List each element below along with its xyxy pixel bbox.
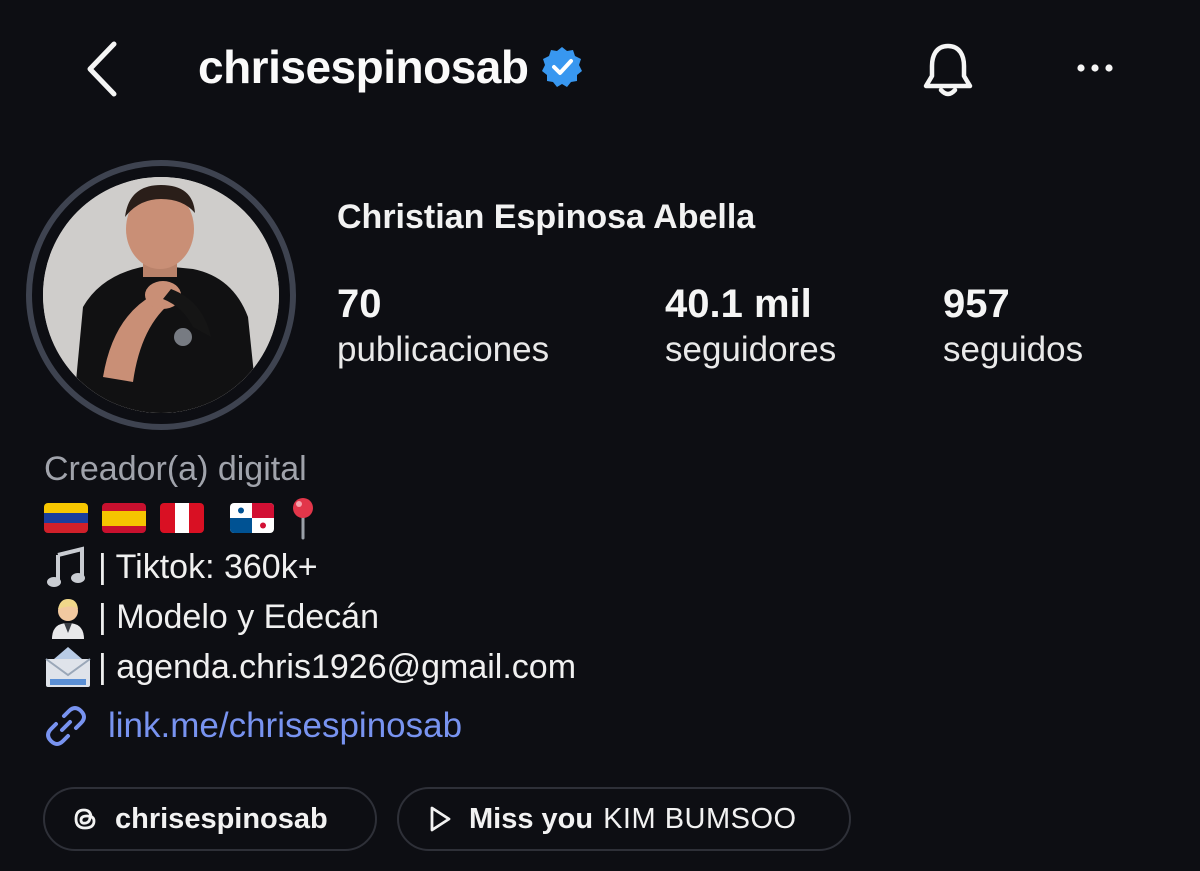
song-artist: KIM BUMSOO	[603, 802, 797, 835]
threads-icon	[67, 801, 103, 837]
profile-music-button[interactable]: Miss you KIM BUMSOO	[397, 787, 851, 851]
stat-posts[interactable]: 70 publicaciones	[337, 282, 549, 374]
peru-flag-icon	[160, 503, 204, 533]
more-options-button[interactable]	[1070, 52, 1120, 84]
bio-line-email: | agenda.chris1926@gmail.com	[44, 642, 576, 692]
link-icon	[44, 702, 100, 750]
bio: Creador(a) digital | Tiktok: 360k+ | Mod…	[44, 446, 576, 750]
person-icon	[44, 595, 92, 639]
bio-line-text: | agenda.chris1926@gmail.com	[98, 648, 577, 686]
play-icon	[421, 801, 457, 837]
stat-followers-label: seguidores	[665, 330, 837, 369]
music-notes-icon	[44, 545, 92, 589]
stat-followers-count: 40.1 mil	[665, 282, 812, 326]
threads-username: chrisespinosab	[115, 802, 328, 835]
stat-followers[interactable]: 40.1 mil seguidores	[665, 282, 836, 374]
bell-icon	[923, 43, 973, 97]
notifications-button[interactable]	[918, 40, 978, 102]
spain-flag-icon	[102, 503, 146, 533]
profile-header: chrisespinosab	[0, 0, 1200, 140]
full-name: Christian Espinosa Abella	[337, 198, 756, 236]
bio-line-tiktok: | Tiktok: 360k+	[44, 542, 576, 592]
bio-line-model: | Modelo y Edecán	[44, 592, 576, 642]
bio-line-text: | Tiktok: 360k+	[98, 548, 318, 586]
pin-icon	[288, 496, 318, 540]
stat-following-label: seguidos	[943, 330, 1084, 369]
link-text[interactable]: link.me/chrisespinosab	[108, 706, 462, 746]
username-title: chrisespinosab	[198, 40, 584, 94]
chevron-left-icon	[87, 41, 117, 97]
venezuela-flag-icon	[44, 503, 88, 533]
category-label: Creador(a) digital	[44, 450, 307, 488]
verified-badge-icon	[540, 45, 584, 89]
username: chrisespinosab	[198, 41, 529, 93]
threads-badge-button[interactable]: chrisespinosab	[43, 787, 377, 851]
panama-flag-icon	[230, 503, 274, 533]
bio-line-text: | Modelo y Edecán	[98, 598, 379, 636]
envelope-icon	[44, 645, 92, 689]
more-horizontal-icon	[1077, 64, 1113, 72]
stat-following-count: 957	[943, 282, 1010, 326]
stat-posts-count: 70	[337, 282, 382, 326]
external-link[interactable]: link.me/chrisespinosab	[44, 702, 576, 750]
avatar[interactable]	[43, 177, 279, 413]
story-ring[interactable]	[26, 160, 296, 430]
stat-posts-label: publicaciones	[337, 330, 550, 369]
flag-row	[44, 494, 576, 542]
song-title: Miss you	[469, 802, 594, 835]
back-button[interactable]	[78, 38, 128, 100]
stat-following[interactable]: 957 seguidos	[943, 282, 1083, 374]
